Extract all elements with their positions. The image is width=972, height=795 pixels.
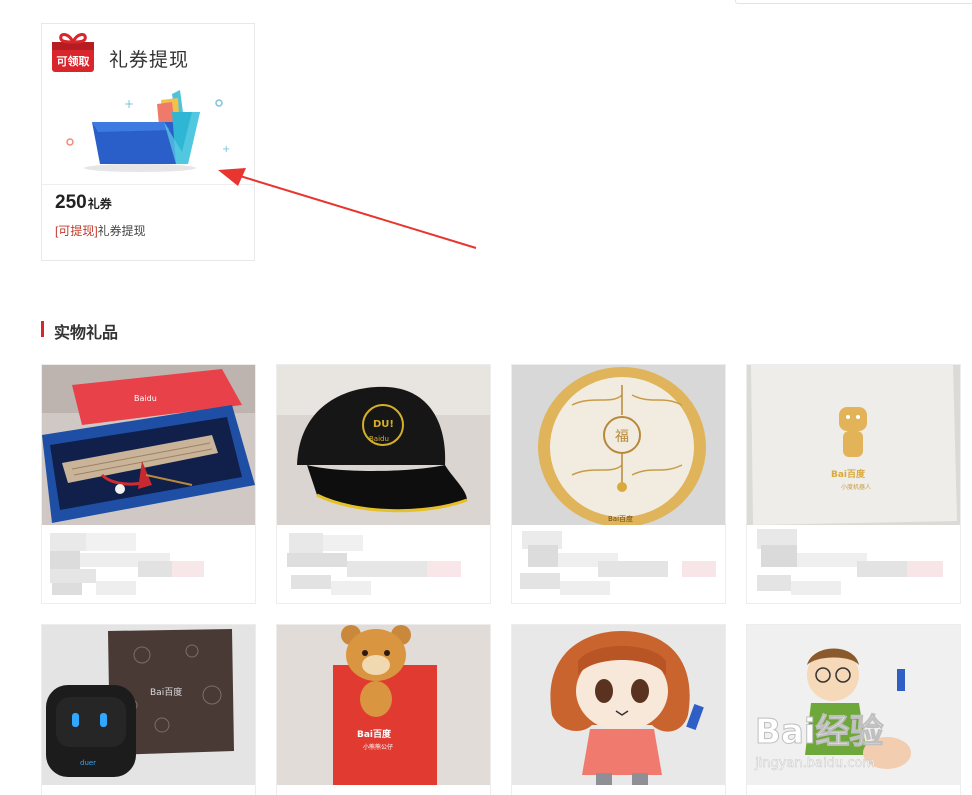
box-sub-text: 小度机器人 bbox=[841, 483, 871, 491]
product-photo-cap[interactable]: DU! Baidu bbox=[277, 365, 490, 525]
product-name-blurred bbox=[277, 525, 490, 605]
coupon-description: [可提现]礼券提现 bbox=[55, 222, 146, 239]
svg-text:+: + bbox=[222, 144, 230, 155]
coupon-amount-unit: 礼券 bbox=[87, 197, 112, 211]
product-photo-lamp[interactable]: 福 Bai百度 bbox=[512, 365, 725, 525]
speaker-box-logo: Bai百度 bbox=[150, 686, 182, 698]
withdrawable-tag: [可提现] bbox=[55, 224, 98, 238]
fortune-lamp-image: 福 Bai百度 bbox=[512, 365, 725, 525]
red-arrow-annotation bbox=[218, 168, 477, 249]
product-card[interactable]: Bai百度 小熊熊公仔 bbox=[276, 624, 491, 795]
lamp-logo-text: Bai百度 bbox=[608, 514, 633, 523]
product-name-blurred bbox=[42, 525, 255, 605]
top-bar-edge bbox=[735, 0, 972, 4]
product-card[interactable]: 福 Bai百度 bbox=[511, 364, 726, 604]
section-title: 实物礼品 bbox=[54, 325, 119, 342]
box-logo-text: Bai百度 bbox=[831, 468, 866, 480]
coupon-amount: 250礼券 bbox=[55, 192, 112, 214]
product-card[interactable]: Bai百度 duer bbox=[41, 624, 256, 795]
product-photo-dumi-box[interactable]: Bai百度 小度机器人 bbox=[747, 365, 960, 525]
badge-claimable: 可领取 bbox=[56, 55, 90, 68]
svg-text:+: + bbox=[124, 97, 134, 111]
section-accent-bar bbox=[41, 321, 44, 337]
product-name-blurred bbox=[512, 525, 725, 605]
product-card[interactable]: Bai经验 jingyan.baidu.com bbox=[746, 624, 961, 795]
product-photo-girl-doll[interactable] bbox=[512, 625, 725, 785]
product-card[interactable]: Bai百度 小度机器人 bbox=[746, 364, 961, 604]
svg-text:duer: duer bbox=[80, 759, 96, 767]
coupon-desc-text: 礼券提现 bbox=[97, 224, 146, 238]
product-card[interactable]: DU! Baidu bbox=[276, 364, 491, 604]
dumi-gift-box-image: Bai百度 小度机器人 bbox=[747, 365, 960, 525]
girl-doll-image bbox=[512, 625, 725, 785]
watermark-logo: Bai经验 bbox=[755, 712, 884, 752]
robot-speaker-image: Bai百度 duer bbox=[42, 625, 255, 785]
product-photo-robot-speaker[interactable]: Bai百度 duer bbox=[42, 625, 255, 785]
svg-text:福: 福 bbox=[615, 429, 629, 445]
watermark-url: jingyan.baidu.com bbox=[754, 756, 875, 771]
baseball-cap-image: DU! Baidu bbox=[277, 365, 490, 525]
product-photo-bear-doll[interactable]: Bai百度 小熊熊公仔 bbox=[277, 625, 490, 785]
product-photo-glasses-doll[interactable]: Bai经验 jingyan.baidu.com bbox=[747, 625, 960, 785]
product-card[interactable]: Baidu bbox=[41, 364, 256, 604]
svg-text:DU!: DU! bbox=[373, 419, 394, 430]
bear-doll-image: Bai百度 小熊熊公仔 bbox=[277, 625, 490, 785]
bookmark-gift-box-image: Baidu bbox=[42, 365, 255, 525]
box-logo-text: Baidu bbox=[134, 394, 157, 403]
bear-box-logo: Bai百度 bbox=[357, 728, 392, 740]
product-card[interactable] bbox=[511, 624, 726, 795]
product-name-blurred bbox=[747, 525, 960, 605]
coupon-amount-value: 250 bbox=[55, 192, 87, 213]
bear-box-sub: 小熊熊公仔 bbox=[363, 743, 393, 751]
coupon-title: 礼券提现 bbox=[109, 50, 190, 71]
product-photo-bookmark[interactable]: Baidu bbox=[42, 365, 255, 525]
cap-logo-text: Baidu bbox=[369, 435, 389, 443]
glasses-doll-image: Bai经验 jingyan.baidu.com bbox=[747, 625, 960, 785]
